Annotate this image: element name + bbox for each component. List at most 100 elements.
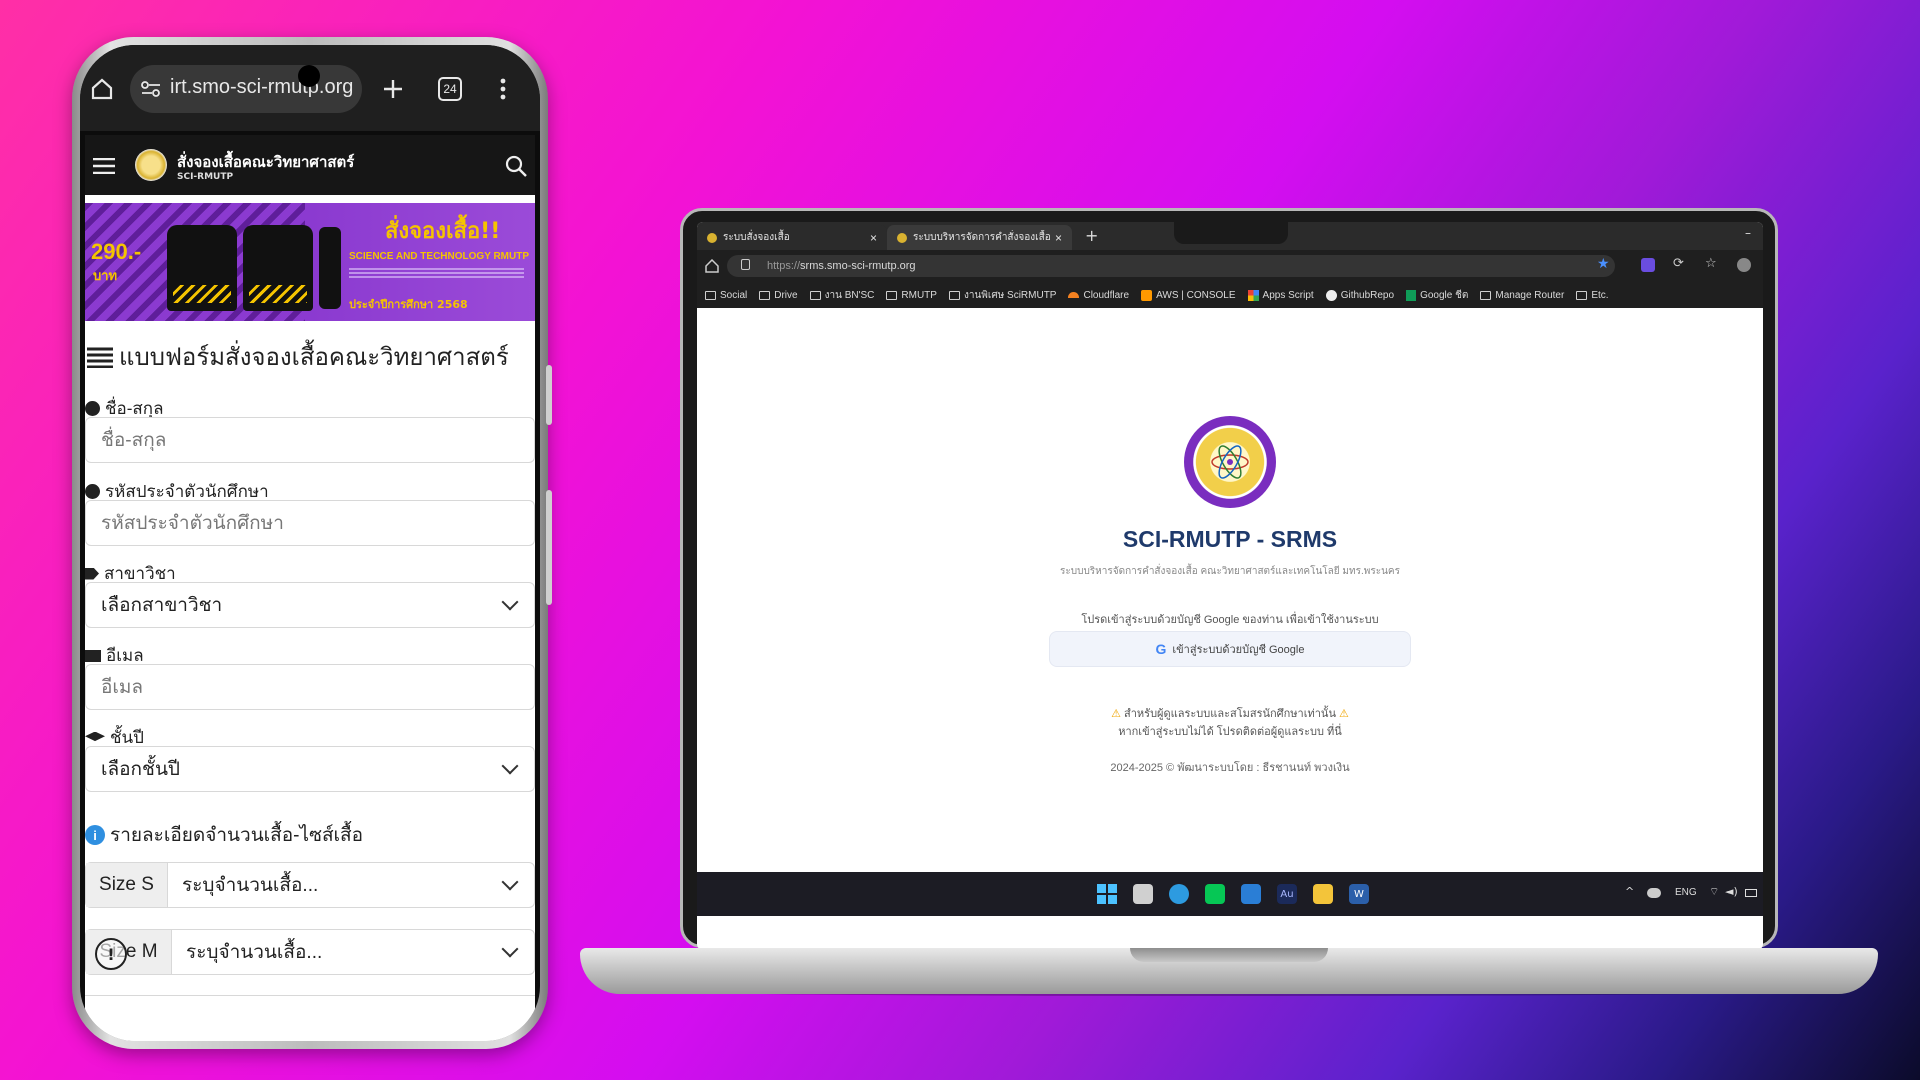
chevron-up-icon[interactable]: ^ bbox=[1625, 885, 1634, 898]
laptop-camera-notch bbox=[1174, 222, 1288, 244]
bookmark-google-sheets[interactable]: Google ชีต bbox=[1406, 288, 1468, 303]
bookmark-manage-router[interactable]: Manage Router bbox=[1480, 290, 1564, 301]
browser-address-row: https://srms.smo-sci-rmutp.org ★ ⟳ ☆ bbox=[697, 250, 1763, 282]
task-view-icon[interactable] bbox=[1133, 884, 1153, 904]
front-camera bbox=[298, 65, 320, 87]
windows-start-icon[interactable] bbox=[1097, 884, 1117, 904]
list-icon bbox=[87, 347, 113, 368]
folder-icon bbox=[759, 290, 771, 300]
search-icon[interactable] bbox=[505, 155, 527, 177]
site-settings-icon[interactable] bbox=[141, 80, 161, 98]
size-s-select[interactable]: ระบุจำนวนเสื้อ... bbox=[168, 870, 318, 900]
name-input[interactable]: ชื่อ-สกุล bbox=[85, 417, 535, 463]
edge-browser-icon[interactable] bbox=[1169, 884, 1189, 904]
warning-icon: ⚠ bbox=[1111, 708, 1121, 720]
faculty-logo bbox=[1184, 416, 1276, 508]
contact-admin-note[interactable]: หากเข้าสู่ระบบไม่ได้ โปรดติดต่อผู้ดูแลระ… bbox=[697, 722, 1763, 740]
bookmark-social[interactable]: Social bbox=[705, 290, 747, 301]
bookmark-aws[interactable]: AWS | CONSOLE bbox=[1141, 289, 1236, 301]
chevron-down-icon bbox=[501, 593, 519, 611]
address-bar[interactable]: https://srms.smo-sci-rmutp.org bbox=[727, 255, 1615, 277]
folder-icon bbox=[1576, 290, 1588, 300]
folder-icon bbox=[948, 290, 960, 300]
bookmark-scirmutp[interactable]: งานพิเศษ SciRMUTP bbox=[948, 288, 1056, 303]
phone-url-text: irt.smo-sci-rmutp.org bbox=[170, 76, 354, 98]
site-subtitle: SCI-RMUTP bbox=[177, 172, 234, 182]
phone-volume-button bbox=[546, 490, 552, 605]
bookmark-etc[interactable]: Etc. bbox=[1576, 290, 1609, 301]
favorites-icon[interactable]: ☆ bbox=[1705, 256, 1717, 271]
close-tab-icon[interactable]: × bbox=[1055, 231, 1062, 245]
site-title: สั่งจองเสื้อคณะวิทยาศาสตร์ bbox=[177, 153, 355, 171]
year-select[interactable]: เลือกชั้นปี bbox=[85, 746, 535, 792]
file-explorer-icon[interactable] bbox=[1313, 884, 1333, 904]
atom-icon bbox=[1211, 445, 1249, 479]
page-subtitle: ระบบบริหารจัดการคำสั่งจองเสื้อ คณะวิทยาศ… bbox=[1060, 566, 1400, 577]
admin-warning: ⚠ สำหรับผู้ดูแลระบบและสโมสรนักศึกษาเท่าน… bbox=[1111, 708, 1349, 720]
onedrive-icon[interactable] bbox=[1647, 888, 1661, 898]
order-form-page: 290.- บาท สั่งจองเสื้อ!! SCIENCE AND TEC… bbox=[85, 195, 535, 1041]
tab-count-button[interactable]: 24 bbox=[438, 77, 462, 101]
bookmark-bnsc[interactable]: งาน BN'SC bbox=[809, 288, 874, 303]
accessibility-button[interactable]: ! bbox=[95, 938, 127, 970]
battery-icon[interactable] bbox=[1745, 889, 1757, 897]
chevron-down-icon bbox=[501, 873, 519, 891]
line-app-icon[interactable] bbox=[1205, 884, 1225, 904]
favicon-icon bbox=[897, 232, 907, 243]
volume-icon[interactable]: ◄) bbox=[1725, 885, 1738, 898]
vscode-icon[interactable] bbox=[1241, 884, 1261, 904]
extension-icon[interactable] bbox=[1641, 258, 1655, 272]
graduation-cap-icon bbox=[85, 731, 105, 742]
home-icon[interactable] bbox=[90, 77, 114, 101]
shirt-back-image bbox=[243, 225, 313, 311]
audition-icon[interactable]: Au bbox=[1277, 884, 1297, 904]
warning-icon: ⚠ bbox=[1339, 708, 1349, 720]
cloudflare-icon bbox=[1068, 292, 1080, 298]
home-icon[interactable] bbox=[705, 259, 719, 273]
page-footer: 2024-2025 © พัฒนาระบบโดย : ธีรชานนท์ พวง… bbox=[1110, 762, 1350, 774]
close-tab-icon[interactable]: × bbox=[870, 231, 877, 245]
favicon-icon bbox=[707, 232, 717, 243]
student-id-input[interactable]: รหัสประจำตัวนักศึกษา bbox=[85, 500, 535, 546]
bookmark-apps-script[interactable]: Apps Script bbox=[1247, 289, 1314, 301]
profile-icon[interactable] bbox=[1737, 258, 1751, 272]
size-l-row-partial bbox=[85, 995, 535, 1041]
wifi-icon[interactable]: ⌔ bbox=[1709, 885, 1719, 899]
size-s-row[interactable]: Size S ระบุจำนวนเสื้อ... bbox=[85, 862, 535, 908]
form-heading: แบบฟอร์มสั่งจองเสื้อคณะวิทยาศาสตร์ bbox=[87, 337, 509, 376]
login-prompt: โปรดเข้าสู่ระบบด้วยบัญชี Google ของท่าน … bbox=[1081, 614, 1379, 626]
banner-line1: SCIENCE AND TECHNOLOGY RMUTP bbox=[349, 251, 530, 262]
tab-order-system[interactable]: ระบบสั่งจองเสื้อ × bbox=[697, 225, 887, 250]
tab-srms-active[interactable]: ระบบบริหารจัดการคำสั่งจองเสื้อ คณะวิท× bbox=[887, 225, 1072, 250]
refresh-icon[interactable]: ⟳ bbox=[1673, 256, 1684, 271]
size-m-row[interactable]: Size M ระบุจำนวนเสื้อ... bbox=[85, 929, 535, 975]
form-title: แบบฟอร์มสั่งจองเสื้อคณะวิทยาศาสตร์ bbox=[119, 344, 509, 371]
banner-price: 290.- bbox=[91, 239, 142, 264]
lock-icon bbox=[741, 259, 750, 270]
word-icon[interactable]: W bbox=[1349, 884, 1369, 904]
shirt-side-image bbox=[319, 227, 341, 309]
hamburger-menu-icon[interactable] bbox=[93, 158, 115, 174]
info-icon: i bbox=[85, 825, 105, 845]
bookmark-github[interactable]: GithubRepo bbox=[1325, 289, 1394, 301]
site-logo bbox=[135, 149, 167, 181]
bookmark-rmutp[interactable]: RMUTP bbox=[886, 290, 937, 301]
windows-taskbar: Au W ^ ENG ⌔ ◄) bbox=[697, 872, 1763, 916]
size-m-select[interactable]: ระบุจำนวนเสื้อ... bbox=[172, 937, 322, 967]
envelope-icon bbox=[85, 649, 101, 662]
star-icon[interactable]: ★ bbox=[1597, 256, 1610, 272]
bookmark-drive[interactable]: Drive bbox=[759, 290, 798, 301]
google-g-icon: G bbox=[1155, 641, 1167, 657]
phone-side-button bbox=[546, 365, 552, 425]
new-tab-icon[interactable]: + bbox=[1085, 226, 1098, 245]
language-indicator[interactable]: ENG bbox=[1675, 887, 1697, 898]
major-select[interactable]: เลือกสาขาวิชา bbox=[85, 582, 535, 628]
bookmark-cloudflare[interactable]: Cloudflare bbox=[1068, 290, 1129, 301]
minimize-icon[interactable]: – bbox=[1745, 226, 1751, 240]
user-circle-icon bbox=[85, 484, 100, 499]
google-login-button[interactable]: G เข้าสู่ระบบด้วยบัญชี Google bbox=[1049, 631, 1411, 667]
more-options-icon[interactable] bbox=[500, 78, 506, 100]
email-input[interactable]: อีเมล bbox=[85, 664, 535, 710]
new-tab-icon[interactable] bbox=[382, 78, 404, 100]
chevron-down-icon bbox=[501, 757, 519, 775]
